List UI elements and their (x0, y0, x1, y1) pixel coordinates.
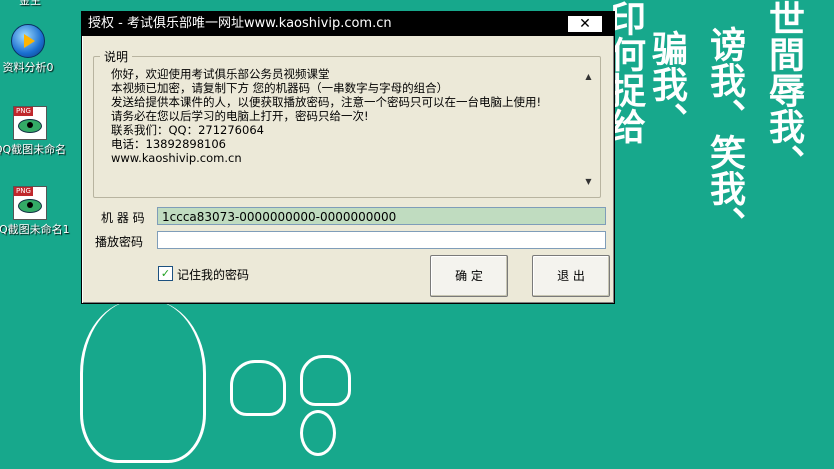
desktop-icon-png-2[interactable]: PNG QQ截图未命名1 (0, 186, 70, 236)
eye-icon (18, 199, 42, 213)
notice-line: 本视频已加密，请复制下方 您的机器码（一串数字与字母的组合） (111, 81, 449, 95)
png-image-icon: PNG (13, 186, 47, 220)
ok-button[interactable]: 确 定 (430, 255, 508, 297)
background-seal (300, 410, 336, 456)
authorization-dialog: 授权 - 考试俱乐部唯一网址www.kaoshivip.com.cn ✕ 说明 … (81, 11, 615, 304)
machine-code-label: 机 器 码 (101, 211, 145, 225)
background-foot-outline-2 (300, 355, 351, 406)
desktop-icon-label: QQ截图未命名1 (0, 223, 70, 236)
password-label: 播放密码 (95, 235, 144, 249)
close-icon: ✕ (579, 16, 591, 32)
scroll-down-icon[interactable]: ▼ (581, 174, 596, 189)
notice-line: 电话：13892898106 (111, 137, 226, 151)
background-calligraphy-2: 骗我、 (646, 30, 688, 138)
desktop-icon-png-1[interactable]: PNG QQ截图未命名 (0, 106, 70, 156)
notice-text-area[interactable]: 你好，欢迎使用考试俱乐部公务员视频课堂 本视频已加密，请复制下方 您的机器码（一串… (111, 67, 599, 189)
notice-line: 请务必在您以后学习的电脑上打开，密码只给一次! (111, 109, 369, 123)
desktop-icon-label: QQ截图未命名 (0, 143, 67, 156)
dialog-titlebar[interactable]: 授权 - 考试俱乐部唯一网址www.kaoshivip.com.cn ✕ (82, 12, 614, 36)
remember-password-label: 记住我的密码 (177, 268, 250, 282)
media-player-icon (11, 24, 45, 58)
desktop-icon-label: 资料分析0 (2, 61, 54, 74)
desktop-top-label: 金主 (0, 0, 70, 7)
notice-line: 联系我们：QQ：271276064 (111, 123, 264, 137)
notice-line: www.kaoshivip.com.cn (111, 151, 242, 165)
background-calligraphy-3: 谤我、笑我、 (704, 26, 746, 242)
desktop-icon-player[interactable]: 资料分析0 (0, 24, 68, 74)
background-foot-outline-1 (230, 360, 286, 416)
dialog-title: 授权 - 考试俱乐部唯一网址www.kaoshivip.com.cn (88, 16, 392, 31)
notice-group-label: 说明 (104, 50, 129, 64)
png-image-icon: PNG (13, 106, 47, 140)
notice-line: 你好，欢迎使用考试俱乐部公务员视频课堂 (111, 67, 330, 81)
background-figure-outline (80, 300, 206, 463)
background-calligraphy-4: 世間辱我、 (763, 0, 805, 180)
notice-scrollbar[interactable]: ▲ ▼ (581, 69, 596, 189)
close-button[interactable]: ✕ (568, 16, 602, 32)
scroll-up-icon[interactable]: ▲ (581, 69, 596, 84)
exit-button[interactable]: 退 出 (532, 255, 610, 297)
png-badge: PNG (14, 107, 33, 116)
machine-code-field[interactable]: 1ccca83073-0000000000-0000000000 (157, 207, 606, 225)
desktop-top-label-text: 金主 (19, 0, 41, 7)
png-badge: PNG (14, 187, 33, 196)
notice-line: 发送给提供本课件的人，以便获取播放密码，注意一个密码只可以在一台电脑上使用! (111, 95, 542, 109)
password-input[interactable] (157, 231, 606, 249)
remember-password-checkbox[interactable]: ✓ (158, 266, 173, 281)
eye-icon (18, 119, 42, 133)
